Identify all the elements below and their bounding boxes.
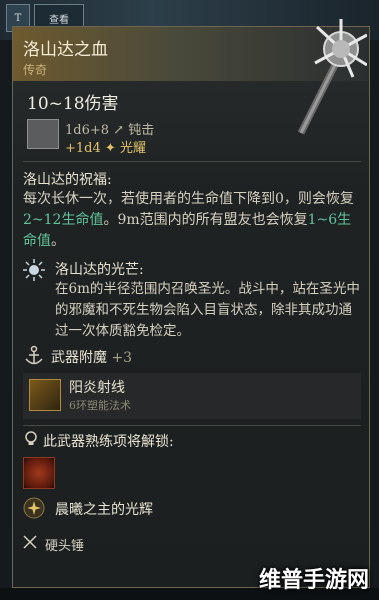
spell-entry[interactable]: 阳炎射线 6环塑能法术 (23, 373, 361, 419)
blessing-text-b: 。9m范围内的所有盟友也会恢复 (103, 212, 308, 228)
enchant-label: 武器附魔 (51, 350, 107, 366)
enchant-bonus: +3 (111, 350, 133, 366)
bonus-damage: +1d4 ✦ 光耀 (65, 137, 146, 156)
bonus-type: 光耀 (119, 141, 146, 156)
enchant-anchor-icon (25, 345, 43, 365)
spell-level: 6环塑能法术 (69, 399, 131, 412)
divider (23, 161, 361, 162)
weapon-action-icon[interactable] (23, 457, 55, 489)
spell-name: 阳炎射线 (69, 380, 125, 396)
divider (23, 425, 361, 426)
damage-die-icon (27, 119, 59, 149)
item-name: 洛山达之血 (23, 40, 108, 60)
crossed-hammer-icon (23, 535, 37, 549)
item-rarity: 传奇 (23, 63, 48, 77)
blessing-title: 洛山达的祝福: (23, 172, 112, 188)
radiance-text: 在6m的半径范围内召唤圣光。战斗中，站在圣光中的邪魔和不死生物会陷入目盲状态，除… (55, 281, 360, 339)
damage-detail: 1d6+8 ↗ 钝击 (65, 119, 154, 138)
weapon-type: 硬头锤 (45, 539, 85, 554)
radiance-ability-icon (23, 497, 45, 519)
blessing-heal-self: 2~12生命值 (23, 212, 104, 228)
mace-weapon-icon (297, 19, 367, 135)
radiance-sun-icon (23, 259, 45, 281)
blessing-text: 每次长休一次，若使用者的生命值下降到0，则会恢复 2~12生命值。9m范围内的所有… (23, 189, 359, 252)
damage-dice: 1d6+8 (65, 123, 110, 138)
item-tooltip: 洛山达之血 传奇 10~18伤害 1d6+8 ↗ 钝击 +1d4 ✦ 光耀 洛山… (12, 19, 370, 588)
proficiency-title: 此武器熟练项将解锁: (43, 434, 174, 450)
bludgeon-icon: ↗ (113, 123, 125, 138)
damage-type: 钝击 (128, 123, 155, 138)
ability-name: 晨曦之主的光辉 (55, 502, 153, 518)
watermark: 维普手游网 (258, 567, 369, 593)
blessing-text-a: 每次长休一次，若使用者的生命值下降到0，则会恢复 (23, 191, 354, 207)
blessing-text-c: 。 (51, 233, 65, 249)
radiant-icon: ✦ (104, 141, 116, 156)
bonus-dice: +1d4 (65, 141, 101, 156)
radiance-title: 洛山达的光芒: (55, 262, 144, 278)
damage-range: 10~18伤害 (27, 94, 119, 114)
enchant-row: 武器附魔 +3 (51, 347, 132, 367)
sunbeam-spell-icon (29, 379, 61, 411)
proficiency-bulb-icon (25, 431, 37, 445)
